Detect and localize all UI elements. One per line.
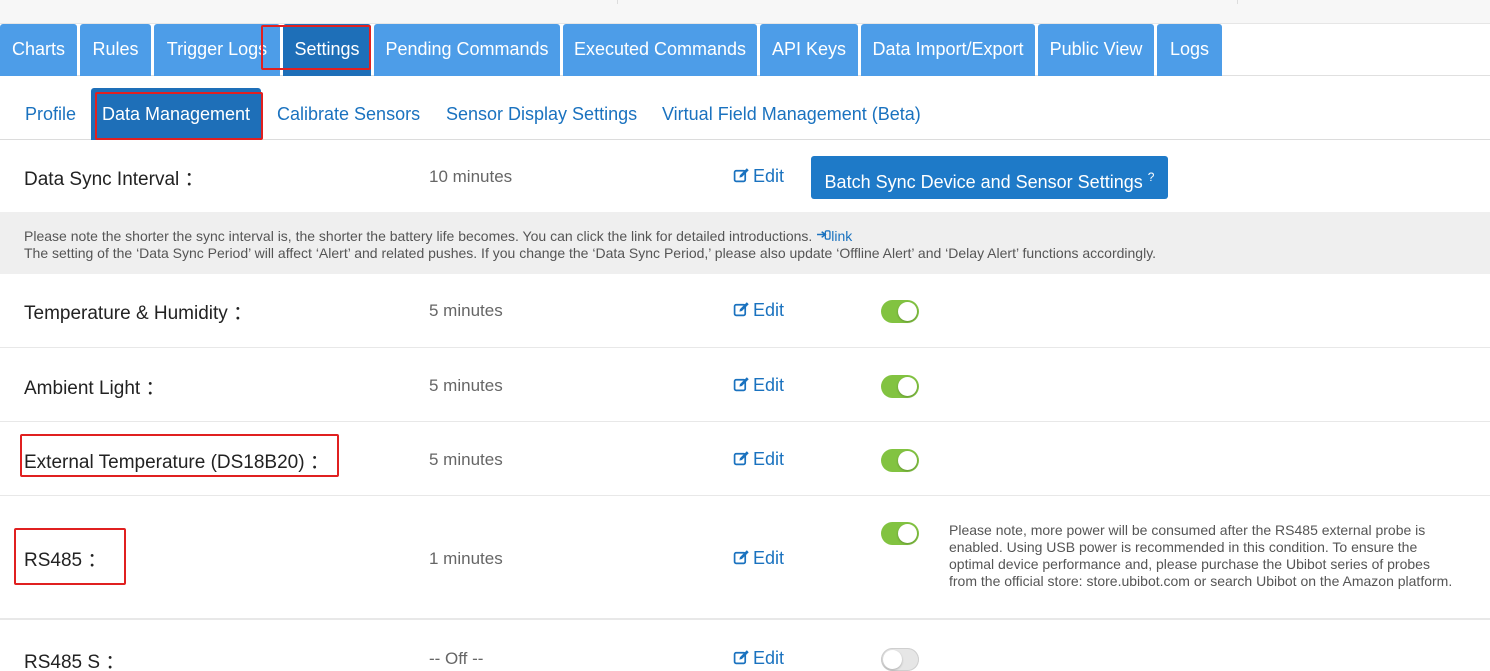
sensor-row-rs485-s: RS485 S ： -- Off -- Edit: [0, 622, 1490, 671]
edit-icon: [733, 550, 749, 565]
hand-pointer-icon: [817, 230, 831, 240]
edit-rs485-link[interactable]: Edit: [733, 548, 784, 569]
sensor-interval-value: 5 minutes: [429, 301, 503, 320]
edit-label: Edit: [753, 166, 785, 186]
toggle-external-temperature[interactable]: [881, 449, 919, 472]
edit-temperature-humidity-link[interactable]: Edit: [733, 300, 784, 321]
tab-settings[interactable]: Settings: [283, 24, 371, 76]
notice-line-2: The setting of the ‘Data Sync Period’ wi…: [24, 245, 1157, 261]
edit-icon: [733, 168, 749, 183]
batch-sync-label: Batch Sync Device and Sensor Settings: [824, 172, 1143, 192]
tab-logs[interactable]: Logs: [1157, 24, 1222, 76]
tab-data-import-export[interactable]: Data Import/Export: [861, 24, 1035, 76]
toggle-knob: [898, 377, 917, 396]
sensor-label: Temperature & Humidity ：: [24, 303, 253, 324]
notice-link-label: link: [831, 228, 853, 244]
edit-label: Edit: [753, 375, 785, 395]
sensor-interval-value: 5 minutes: [429, 376, 503, 395]
subtab-calibrate-sensors[interactable]: Calibrate Sensors: [277, 88, 420, 140]
edit-label: Edit: [753, 548, 785, 568]
sensor-label: RS485 ：: [24, 550, 107, 571]
subtab-sensor-display-settings[interactable]: Sensor Display Settings: [446, 88, 637, 140]
main-tab-bar: Charts Rules Trigger Logs Settings Pendi…: [0, 24, 1490, 76]
edit-rs485-s-link[interactable]: Edit: [733, 648, 784, 669]
subtab-virtual-field-management[interactable]: Virtual Field Management (Beta): [662, 88, 921, 140]
sensor-label: RS485 S ：: [24, 652, 125, 671]
subtab-profile[interactable]: Profile: [25, 88, 76, 140]
edit-label: Edit: [753, 300, 785, 320]
tab-rules[interactable]: Rules: [80, 24, 151, 76]
toggle-rs485[interactable]: [881, 522, 919, 545]
rs485-power-note: Please note, more power will be consumed…: [949, 522, 1453, 589]
edit-label: Edit: [753, 449, 785, 469]
subtab-data-management[interactable]: Data Management: [91, 88, 261, 140]
toggle-temperature-humidity[interactable]: [881, 300, 919, 323]
sync-interval-label: Data Sync Interval ：: [24, 169, 204, 190]
sync-interval-value: 10 minutes: [429, 167, 513, 186]
toggle-knob: [898, 524, 917, 543]
toggle-ambient-light[interactable]: [881, 375, 919, 398]
tab-executed-commands[interactable]: Executed Commands: [563, 24, 757, 76]
edit-icon: [733, 302, 749, 317]
edit-label: Edit: [753, 648, 785, 668]
sensor-row-ambient-light: Ambient Light ： 5 minutes Edit: [0, 348, 1490, 422]
tab-charts[interactable]: Charts: [0, 24, 77, 76]
tab-trigger-logs[interactable]: Trigger Logs: [154, 24, 280, 76]
batch-sync-button[interactable]: Batch Sync Device and Sensor Settings ?: [811, 156, 1168, 199]
top-strip-segment: [0, 0, 618, 4]
edit-ambient-light-link[interactable]: Edit: [733, 375, 784, 396]
notice-text-1: Please note the shorter the sync interva…: [24, 228, 813, 244]
sensor-interval-value: 5 minutes: [429, 450, 503, 469]
help-icon: ?: [1147, 170, 1155, 184]
notice-link[interactable]: link: [816, 228, 852, 244]
sync-interval-row: Data Sync Interval ： 10 minutes Edit: [0, 140, 1490, 212]
sensor-row-external-temperature: External Temperature (DS18B20) ： 5 minut…: [0, 422, 1490, 496]
toggle-knob: [898, 302, 917, 321]
tab-public-view[interactable]: Public View: [1038, 24, 1154, 76]
sensor-interval-value: -- Off --: [429, 649, 484, 668]
tab-api-keys[interactable]: API Keys: [760, 24, 858, 76]
sub-tab-bar: Profile Data Management Calibrate Sensor…: [0, 88, 1490, 140]
top-strip-segment: [618, 0, 1238, 4]
sensor-interval-value: 1 minutes: [429, 549, 503, 568]
edit-icon: [733, 377, 749, 392]
toggle-knob: [883, 650, 902, 669]
toggle-rs485-s[interactable]: [881, 648, 919, 671]
notice-line-1: Please note the shorter the sync interva…: [24, 228, 1490, 245]
sensor-label: Ambient Light ：: [24, 378, 165, 399]
sensor-row-temperature-humidity: Temperature & Humidity ： 5 minutes Edit: [0, 274, 1490, 348]
tab-pending-commands[interactable]: Pending Commands: [374, 24, 560, 76]
toggle-knob: [898, 451, 917, 470]
sensor-label: External Temperature (DS18B20) ：: [24, 452, 329, 473]
edit-icon: [733, 650, 749, 665]
edit-sync-interval-link[interactable]: Edit: [733, 166, 784, 187]
edit-external-temperature-link[interactable]: Edit: [733, 449, 784, 470]
browser-top-strip: [0, 0, 1490, 24]
edit-icon: [733, 451, 749, 466]
sync-notice: Please note the shorter the sync interva…: [0, 212, 1490, 274]
